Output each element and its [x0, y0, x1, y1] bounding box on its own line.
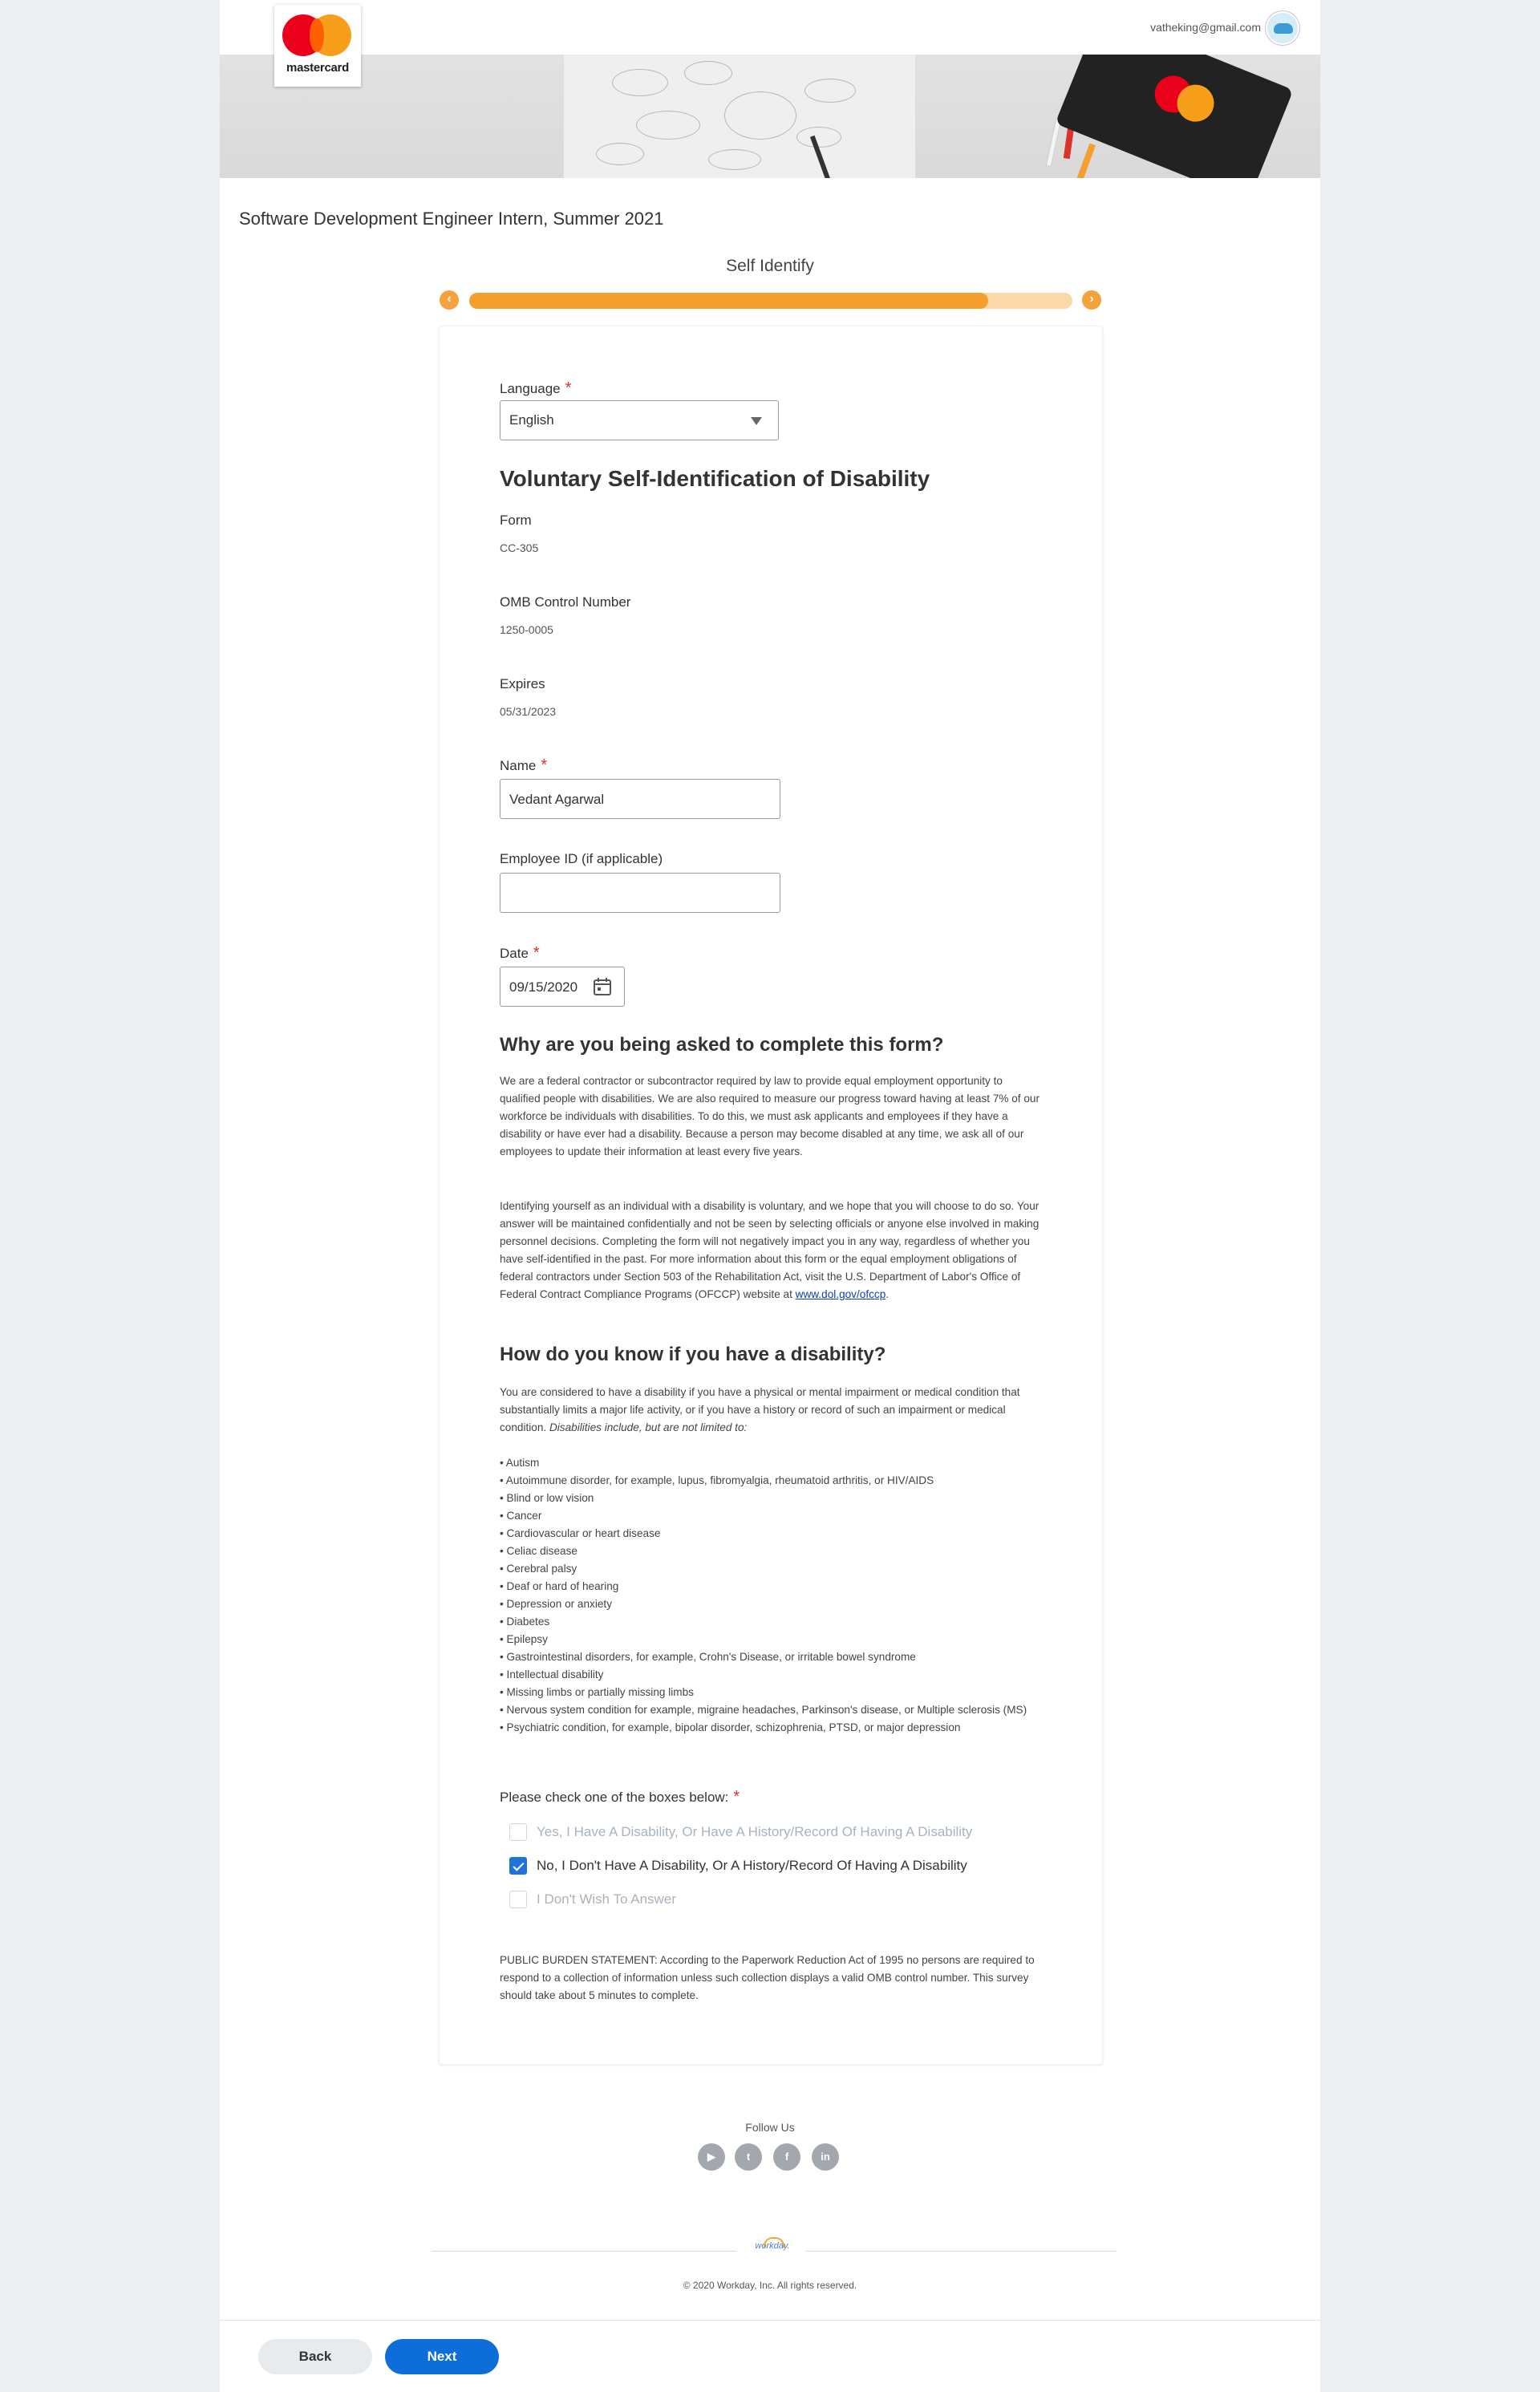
- list-item: • Psychiatric condition, for example, bi…: [500, 1721, 961, 1733]
- linkedin-icon[interactable]: in: [812, 2143, 839, 2171]
- step-label: Self Identify: [726, 257, 814, 275]
- ofccp-link[interactable]: www.dol.gov/ofccp: [796, 1288, 886, 1300]
- list-item: • Cancer: [500, 1510, 542, 1522]
- back-button[interactable]: Back: [258, 2339, 372, 2374]
- name-field[interactable]: Vedant Agarwal: [500, 779, 780, 819]
- job-title: Software Development Engineer Intern, Su…: [239, 209, 664, 229]
- yes-checkbox-label: Yes, I Have A Disability, Or Have A Hist…: [537, 1824, 973, 1839]
- no-checkbox[interactable]: [509, 1857, 527, 1875]
- why-heading: Why are you being asked to complete this…: [500, 1034, 944, 1056]
- language-select[interactable]: English: [500, 400, 779, 440]
- progress-bar: [469, 293, 1072, 309]
- list-item: • Gastrointestinal disorders, for exampl…: [500, 1651, 916, 1663]
- divider: [805, 2251, 1116, 2252]
- user-avatar-icon[interactable]: [1266, 11, 1299, 45]
- form-id-value: CC-305: [500, 541, 539, 554]
- expires-value: 05/31/2023: [500, 705, 557, 718]
- omb-label: OMB Control Number: [500, 594, 631, 610]
- expires-label: Expires: [500, 676, 545, 691]
- list-item: • Deaf or hard of hearing: [500, 1580, 619, 1592]
- list-item: • Nervous system condition for example, …: [500, 1704, 1027, 1716]
- form-id-label: Form: [500, 513, 532, 528]
- page: vatheking@gmail.com mastercard Software …: [220, 0, 1320, 2392]
- top-bar: vatheking@gmail.com: [220, 0, 1320, 55]
- list-item: • Autoimmune disorder, for example, lupu…: [500, 1474, 934, 1486]
- date-field[interactable]: 09/15/2020: [500, 967, 625, 1007]
- check-label: Please check one of the boxes below: *: [500, 1788, 740, 1806]
- banner-notebook: [1055, 55, 1294, 178]
- banner-paper: [563, 55, 916, 178]
- list-item: • Blind or low vision: [500, 1492, 594, 1504]
- youtube-icon[interactable]: ▶: [698, 2143, 725, 2171]
- date-label: Date *: [500, 944, 540, 962]
- how-paragraph: You are considered to have a disability …: [500, 1386, 1020, 1433]
- why-paragraph-1: We are a federal contractor or subcontra…: [500, 1075, 1040, 1157]
- language-label: Language *: [500, 379, 572, 397]
- form-title: Voluntary Self-Identification of Disabil…: [500, 466, 930, 491]
- list-item: • Autism: [500, 1457, 540, 1469]
- workday-logo[interactable]: workday.: [752, 2237, 792, 2251]
- user-email[interactable]: vatheking@gmail.com: [1150, 21, 1261, 34]
- list-item: • Diabetes: [500, 1616, 550, 1628]
- how-heading: How do you know if you have a disability…: [500, 1344, 886, 1365]
- why-paragraph-2: Identifying yourself as an individual wi…: [500, 1200, 1040, 1300]
- employee-id-label: Employee ID (if applicable): [500, 851, 663, 866]
- hero-banner: [220, 55, 1320, 178]
- list-item: • Cerebral palsy: [500, 1563, 578, 1575]
- facebook-icon[interactable]: f: [773, 2143, 800, 2171]
- company-logo[interactable]: mastercard: [274, 5, 361, 87]
- follow-us-label: Follow Us: [745, 2121, 795, 2134]
- copyright: © 2020 Workday, Inc. All rights reserved…: [683, 2280, 857, 2291]
- form-card: Language * English Voluntary Self-Identif…: [439, 326, 1103, 2065]
- omb-value: 1250-0005: [500, 623, 553, 636]
- list-item: • Epilepsy: [500, 1633, 548, 1645]
- no-checkbox-label: No, I Don't Have A Disability, Or A Hist…: [537, 1858, 967, 1873]
- list-item: • Missing limbs or partially missing lim…: [500, 1686, 694, 1698]
- employee-id-field[interactable]: [500, 873, 780, 913]
- no-answer-checkbox-label: I Don't Wish To Answer: [537, 1891, 676, 1907]
- list-item: • Intellectual disability: [500, 1668, 604, 1680]
- disability-list: • Autism • Autoimmune disorder, for exam…: [500, 1454, 1044, 1737]
- name-label: Name *: [500, 756, 548, 774]
- chevron-left-icon[interactable]: ‹: [440, 290, 459, 310]
- list-item: • Depression or anxiety: [500, 1598, 613, 1610]
- list-item: • Celiac disease: [500, 1545, 578, 1557]
- yes-checkbox[interactable]: [509, 1823, 527, 1841]
- no-answer-checkbox[interactable]: [509, 1891, 527, 1908]
- twitter-icon[interactable]: t: [735, 2143, 762, 2171]
- chevron-right-icon[interactable]: ›: [1082, 290, 1101, 310]
- chevron-down-icon: [751, 417, 762, 425]
- progress-fill: [469, 293, 988, 309]
- burden-statement: PUBLIC BURDEN STATEMENT: According to th…: [500, 1954, 1035, 2001]
- list-item: • Cardiovascular or heart disease: [500, 1527, 661, 1539]
- next-button[interactable]: Next: [385, 2339, 499, 2374]
- divider: [432, 2251, 736, 2252]
- calendar-icon[interactable]: [594, 977, 611, 996]
